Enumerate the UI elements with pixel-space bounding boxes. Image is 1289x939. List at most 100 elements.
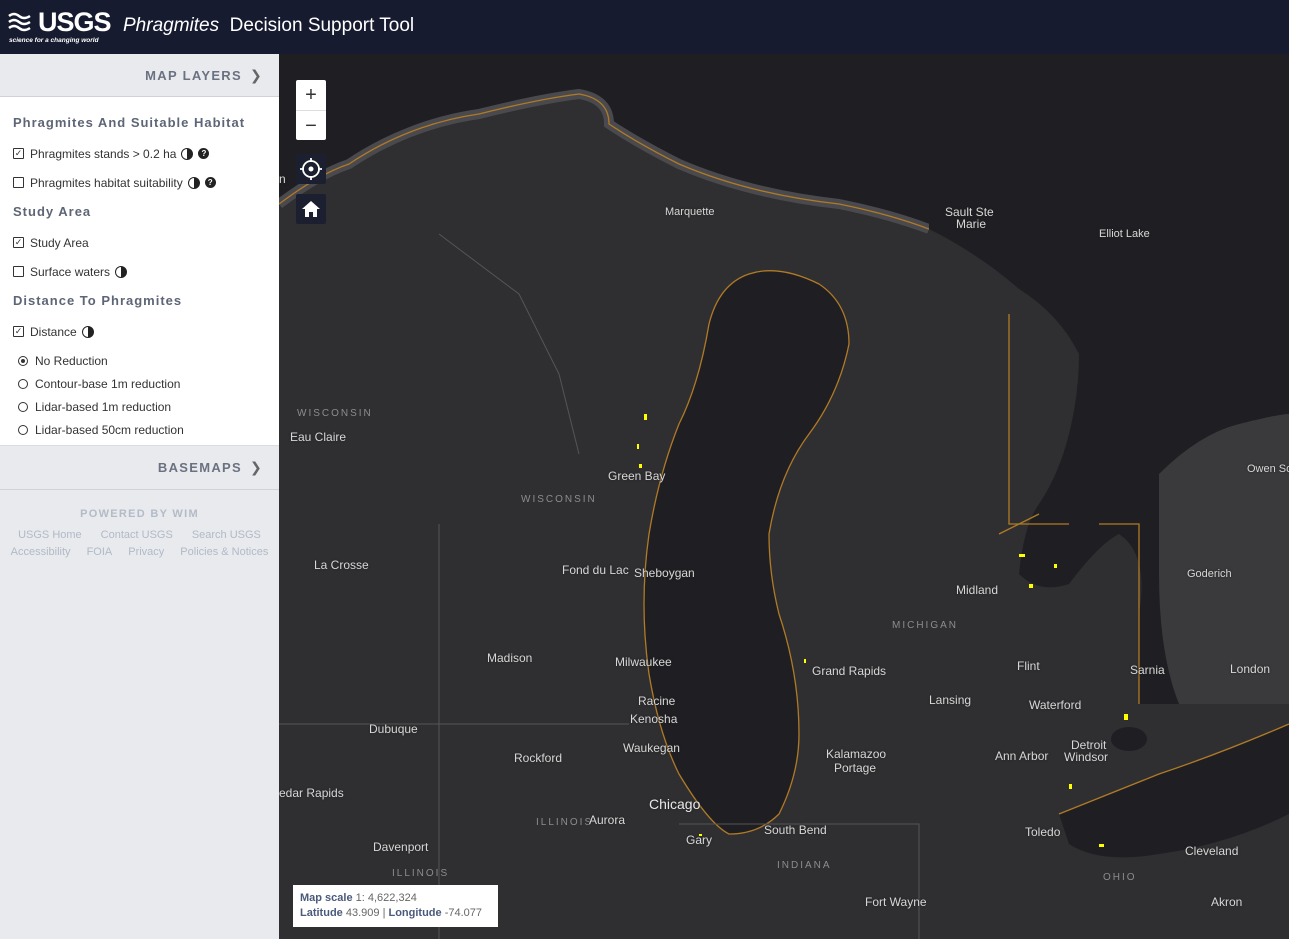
checkbox-phragmites-stands[interactable]: ✓ [13, 148, 24, 159]
layer-distance[interactable]: ✓ Distance [13, 320, 279, 343]
scale-value: 1: 4,622,324 [355, 892, 417, 904]
place-label: n [279, 172, 286, 186]
map-layers-label: MAP LAYERS [145, 67, 242, 83]
place-label: Grand Rapids [812, 664, 887, 678]
checkbox-study-area[interactable]: ✓ [13, 237, 24, 248]
app-title: Phragmites Decision Support Tool [123, 15, 414, 37]
place-label: Dubuque [369, 722, 418, 736]
layer-label: Phragmites habitat suitability [30, 175, 183, 190]
place-label: OHIO [1103, 872, 1137, 883]
place-label: Sarnia [1130, 663, 1165, 677]
opacity-icon[interactable] [187, 176, 200, 189]
basemap-canvas [279, 54, 1289, 939]
place-label: MICHIGAN [892, 620, 958, 631]
map-view[interactable]: + − Marquette Sault Ste Marie Elliot Lake WI… [279, 54, 1289, 939]
zoom-control: + − [296, 80, 326, 140]
lon-label: Longitude [388, 907, 442, 919]
footer-links-row2: Accessibility FOIA Privacy Policies & No… [0, 546, 279, 558]
link-usgs-home[interactable]: USGS Home [18, 529, 82, 541]
sidebar-footer: POWERED BY WIM USGS Home Contact USGS Se… [0, 490, 279, 558]
layer-surface-waters[interactable]: Surface waters [13, 260, 279, 283]
place-label: Eau Claire [290, 430, 347, 444]
checkbox-distance[interactable]: ✓ [13, 326, 24, 337]
place-label: Elliot Lake [1099, 228, 1150, 240]
layer-study-area[interactable]: ✓ Study Area [13, 231, 279, 254]
chevron-right-icon: ❯ [249, 459, 263, 475]
radio-lidar-50cm[interactable]: Lidar-based 50cm reduction [13, 418, 279, 441]
help-icon[interactable]: ? [198, 148, 210, 159]
place-label: ILLINOIS [536, 817, 594, 828]
radio-contour-1m[interactable]: Contour-base 1m reduction [13, 372, 279, 395]
place-label: Portage [834, 761, 877, 775]
place-label: South Bend [764, 823, 827, 837]
place-label: Kenosha [630, 712, 678, 726]
radio-label: Contour-base 1m reduction [35, 376, 181, 391]
place-label: Marquette [665, 206, 715, 218]
lon-value: -74.077 [444, 907, 483, 919]
locate-button[interactable] [296, 154, 326, 184]
place-label: Madison [487, 651, 533, 665]
checkbox-surface-waters[interactable] [13, 266, 24, 277]
place-label: Green Bay [608, 469, 666, 483]
app-title-italic: Phragmites [123, 15, 220, 36]
place-label: Waukegan [623, 741, 680, 755]
link-contact-usgs[interactable]: Contact USGS [101, 529, 173, 541]
group-title-distance: Distance To Phragmites [13, 293, 183, 308]
link-policies[interactable]: Policies & Notices [180, 546, 268, 558]
radio-lidar-1m[interactable]: Lidar-based 1m reduction [13, 395, 279, 418]
link-accessibility[interactable]: Accessibility [11, 546, 71, 558]
layer-label: Surface waters [30, 264, 111, 279]
layer-label: Study Area [30, 235, 89, 250]
layer-habitat-suitability[interactable]: Phragmites habitat suitability ? [13, 171, 279, 194]
opacity-icon[interactable] [115, 265, 128, 278]
radio-button[interactable] [18, 378, 28, 389]
crosshair-icon [300, 158, 322, 180]
place-label: WISCONSIN [297, 408, 373, 419]
footer-links-row1: USGS Home Contact USGS Search USGS [0, 529, 279, 541]
place-label: Cleveland [1185, 844, 1239, 858]
radio-button[interactable] [18, 424, 28, 435]
place-label: Toledo [1025, 825, 1061, 839]
place-label: Ann Arbor [995, 749, 1049, 763]
logo-text: USGS [38, 7, 112, 37]
link-foia[interactable]: FOIA [87, 546, 113, 558]
radio-button[interactable] [18, 401, 28, 412]
place-label: ILLINOIS [392, 868, 450, 879]
opacity-icon[interactable] [81, 325, 94, 338]
basemaps-toggle[interactable]: BASEMAPS ❯ [0, 445, 279, 490]
lat-label: Latitude [300, 907, 343, 919]
place-label: Owen So [1247, 463, 1289, 475]
usgs-wave-icon [8, 12, 31, 32]
logo-tagline: science for a changing world [9, 37, 99, 44]
place-label: Aurora [589, 813, 626, 827]
link-search-usgs[interactable]: Search USGS [192, 529, 261, 541]
chevron-down-icon: ❯ [249, 66, 263, 83]
place-label: Davenport [373, 840, 429, 854]
layer-label: Distance [30, 324, 77, 339]
radio-label: Lidar-based 50cm reduction [35, 422, 184, 437]
home-button[interactable] [296, 194, 326, 224]
place-label: Kalamazoo [826, 747, 887, 761]
place-label: Goderich [1187, 568, 1232, 580]
link-privacy[interactable]: Privacy [128, 546, 164, 558]
map-layers-toggle[interactable]: MAP LAYERS ❯ [0, 54, 279, 97]
opacity-icon[interactable] [181, 147, 194, 160]
basemaps-label: BASEMAPS [157, 460, 242, 475]
layer-list: Phragmites And Suitable Habitat ✓ Phragm… [0, 97, 279, 445]
place-label: La Crosse [314, 558, 369, 572]
zoom-in-button[interactable]: + [296, 80, 326, 111]
sidebar: MAP LAYERS ❯ Phragmites And Suitable Hab… [0, 54, 279, 939]
radio-no-reduction[interactable]: No Reduction [13, 349, 279, 372]
place-label: Fort Wayne [865, 895, 927, 909]
layer-phragmites-stands[interactable]: ✓ Phragmites stands > 0.2 ha ? [13, 142, 279, 165]
usgs-logo[interactable]: USGS science for a changing world [8, 6, 112, 46]
place-label: INDIANA [777, 860, 832, 871]
place-label: Lansing [929, 693, 972, 707]
zoom-out-button[interactable]: − [296, 111, 326, 141]
checkbox-habitat-suitability[interactable] [13, 177, 24, 188]
radio-button[interactable] [18, 355, 28, 366]
place-label: Racine [638, 694, 676, 708]
place-label: Sheboygan [634, 566, 695, 580]
place-label: Gary [686, 833, 713, 847]
help-icon[interactable]: ? [204, 177, 216, 188]
